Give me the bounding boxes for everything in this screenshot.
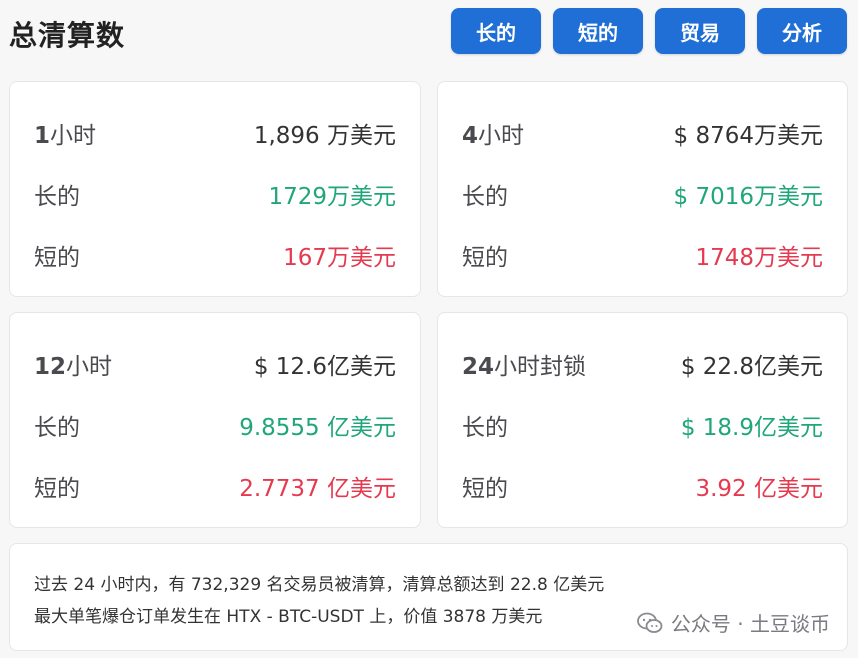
filter-buttons: 长的 短的 贸易 分析	[451, 8, 847, 54]
short-label: 短的	[34, 476, 80, 502]
short-value: 1748万美元	[695, 245, 823, 271]
short-label: 短的	[462, 245, 508, 271]
total-value: $ 12.6亿美元	[253, 354, 396, 380]
long-value: 1729万美元	[268, 184, 396, 210]
short-label: 短的	[34, 245, 80, 271]
period-label: 4小时	[462, 123, 525, 149]
page-title: 总清算数	[9, 19, 126, 52]
period-label: 12小时	[34, 354, 113, 380]
long-row: 长的 $ 7016万美元	[462, 176, 823, 212]
period-label: 1小时	[34, 123, 97, 149]
long-row: 长的 $ 18.9亿美元	[462, 407, 823, 443]
card-header-row: 24小时封锁 $ 22.8亿美元	[462, 346, 823, 382]
long-button[interactable]: 长的	[451, 8, 541, 54]
period-label: 24小时封锁	[462, 354, 587, 380]
trade-button[interactable]: 贸易	[655, 8, 745, 54]
summary-line-2: 最大单笔爆仓订单发生在 HTX - BTC-USDT 上，价值 3878 万美元	[34, 607, 543, 627]
total-value: $ 22.8亿美元	[680, 354, 823, 380]
analysis-button[interactable]: 分析	[757, 8, 847, 54]
summary-line-1: 过去 24 小时内，有 732,329 名交易员被清算，清算总额达到 22.8 …	[34, 575, 605, 595]
long-row: 长的 9.8555 亿美元	[34, 407, 396, 443]
long-label: 长的	[34, 415, 80, 441]
long-label: 长的	[462, 415, 508, 441]
card-12h: 12小时 $ 12.6亿美元 长的 9.8555 亿美元 短的 2.7737 亿…	[9, 312, 421, 528]
short-value: 167万美元	[283, 245, 396, 271]
short-label: 短的	[462, 476, 508, 502]
card-header-row: 4小时 $ 8764万美元	[462, 115, 823, 151]
card-4h: 4小时 $ 8764万美元 长的 $ 7016万美元 短的 1748万美元	[437, 81, 848, 297]
watermark: 公众号 · 土豆谈币	[637, 608, 830, 637]
card-1h: 1小时 1,896 万美元 长的 1729万美元 短的 167万美元	[9, 81, 421, 297]
long-row: 长的 1729万美元	[34, 176, 396, 212]
card-header-row: 1小时 1,896 万美元	[34, 115, 396, 151]
long-label: 长的	[462, 184, 508, 210]
card-header-row: 12小时 $ 12.6亿美元	[34, 346, 396, 382]
wechat-icon	[637, 612, 663, 634]
card-24h: 24小时封锁 $ 22.8亿美元 长的 $ 18.9亿美元 短的 3.92 亿美…	[437, 312, 848, 528]
short-row: 短的 167万美元	[34, 237, 396, 273]
short-value: 2.7737 亿美元	[239, 476, 396, 502]
total-value: 1,896 万美元	[253, 123, 396, 149]
long-value: $ 7016万美元	[673, 184, 823, 210]
short-row: 短的 2.7737 亿美元	[34, 468, 396, 504]
short-row: 短的 3.92 亿美元	[462, 468, 823, 504]
long-value: 9.8555 亿美元	[239, 415, 396, 441]
watermark-text: 公众号 · 土豆谈币	[670, 612, 830, 636]
total-value: $ 8764万美元	[673, 123, 823, 149]
long-label: 长的	[34, 184, 80, 210]
long-value: $ 18.9亿美元	[680, 415, 823, 441]
short-value: 3.92 亿美元	[695, 476, 823, 502]
short-row: 短的 1748万美元	[462, 237, 823, 273]
short-button[interactable]: 短的	[553, 8, 643, 54]
